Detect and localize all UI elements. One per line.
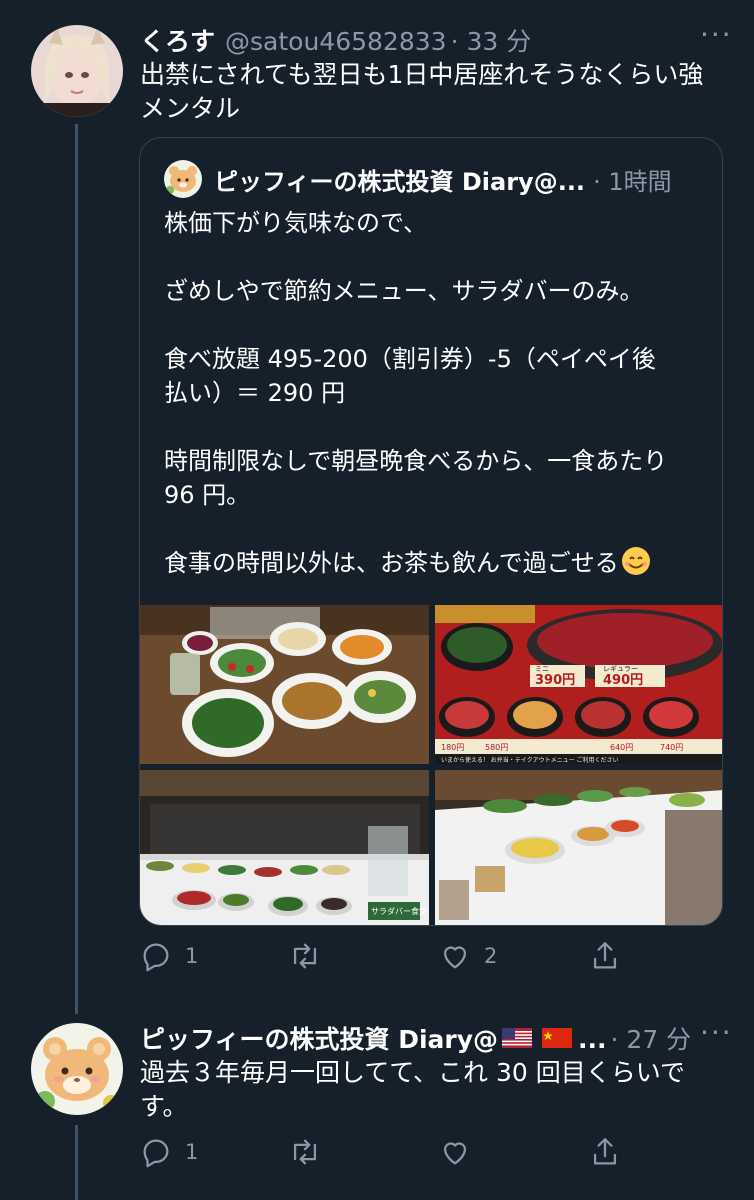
smiling-face-emoji: [621, 547, 650, 575]
avatar-tweet2[interactable]: [31, 1023, 123, 1115]
thread-line-bottom: [75, 1125, 78, 1200]
reply-count: 1: [185, 944, 199, 968]
share-icon: [593, 942, 617, 969]
handle[interactable]: @satou46582833: [225, 27, 447, 56]
us-flag-icon: [502, 1028, 533, 1048]
menu-price-small-c: 640円: [610, 743, 633, 752]
tweet-header: くろす @satou46582833 · 33 分: [140, 22, 531, 58]
display-name-ellipsis: ...: [578, 1025, 607, 1054]
timestamp-tweet2[interactable]: · 27 分: [611, 1020, 692, 1056]
photo-grid: ミニ レギュラー 390円 490円 180円 580円 640円 740円 い…: [140, 605, 722, 925]
avatar[interactable]: [31, 25, 123, 117]
menu-mini-label: ミニ: [535, 665, 549, 673]
salad-bar-sign: サラダバー食堂: [371, 906, 427, 916]
retweet-icon: [293, 943, 317, 969]
quoted-timestamp: · 1時間: [593, 167, 672, 196]
quoted-avatar: [164, 160, 202, 198]
reply-count-tweet2: 1: [185, 1140, 199, 1164]
retweet-button-tweet2[interactable]: [288, 1135, 334, 1169]
quoted-tweet-header: ピッフィーの株式投資 Diary@... · 1時間: [164, 160, 672, 198]
heart-icon: [443, 1142, 467, 1165]
share-icon: [593, 1138, 617, 1165]
more-horizontal-icon-tweet2[interactable]: ···: [700, 1016, 733, 1049]
menu-board-photo[interactable]: ミニ レギュラー 390円 490円 180円 580円 640円 740円 い…: [435, 605, 722, 764]
reply-button-tweet2[interactable]: 1: [139, 1135, 198, 1169]
tweet2-header: ピッフィーの株式投資 Diary@ ... · 27 分: [140, 1020, 691, 1056]
salad-bar-counter-photo[interactable]: サラダバー食堂: [140, 770, 429, 925]
like-button[interactable]: 2: [438, 939, 497, 973]
thread-line: [75, 124, 78, 1014]
salad-plates-photo[interactable]: [140, 605, 429, 764]
like-count: 2: [484, 944, 498, 968]
salad-bar-dishes-photo[interactable]: [435, 770, 722, 925]
menu-price-mini: 390円: [535, 673, 575, 688]
cn-flag-icon: [542, 1028, 573, 1048]
display-name-tweet2[interactable]: ピッフィーの株式投資 Diary@: [140, 1020, 498, 1056]
share-button[interactable]: [588, 939, 634, 973]
quoted-display-name: ピッフィーの株式投資 Diary@...: [214, 167, 586, 196]
quoted-text-content: 株価下がり気味なので、 ざめしやで節約メニュー、サラダバーのみ。 食べ放題 49…: [164, 209, 668, 577]
quoted-tweet[interactable]: ピッフィーの株式投資 Diary@... · 1時間 株価下がり気味なので、 ざ…: [139, 137, 723, 926]
tweet2-text: 過去３年毎月一回してて、これ 30 回目くらいで す。: [140, 1058, 685, 1121]
more-horizontal-icon[interactable]: ···: [700, 18, 733, 51]
menu-regular-label: レギュラー: [603, 665, 638, 673]
timestamp[interactable]: · 33 分: [451, 22, 532, 58]
menu-price-small-b: 580円: [485, 743, 508, 752]
display-name[interactable]: くろす: [140, 22, 215, 58]
reply-icon: [143, 943, 169, 972]
like-button-tweet2[interactable]: [438, 1135, 484, 1169]
reply-icon: [143, 1139, 169, 1168]
retweet-button[interactable]: [288, 939, 334, 973]
retweet-icon: [293, 1139, 317, 1165]
menu-takeout-notice: いまから使える！ お弁当・テイクアウトメニュー ご利用ください: [441, 756, 619, 764]
menu-price-small-d: 740円: [660, 743, 683, 752]
heart-icon: [443, 946, 467, 969]
tweet-text: 出禁にされても翌日も1日中居座れそうなくらい強 メンタル: [140, 60, 704, 123]
reply-button[interactable]: 1: [139, 939, 198, 973]
menu-price-small-a: 180円: [441, 743, 464, 752]
menu-price-regular: 490円: [603, 673, 643, 688]
quoted-tweet-text: 株価下がり気味なので、 ざめしやで節約メニュー、サラダバーのみ。 食べ放題 49…: [164, 206, 704, 580]
share-button-tweet2[interactable]: [588, 1135, 634, 1169]
